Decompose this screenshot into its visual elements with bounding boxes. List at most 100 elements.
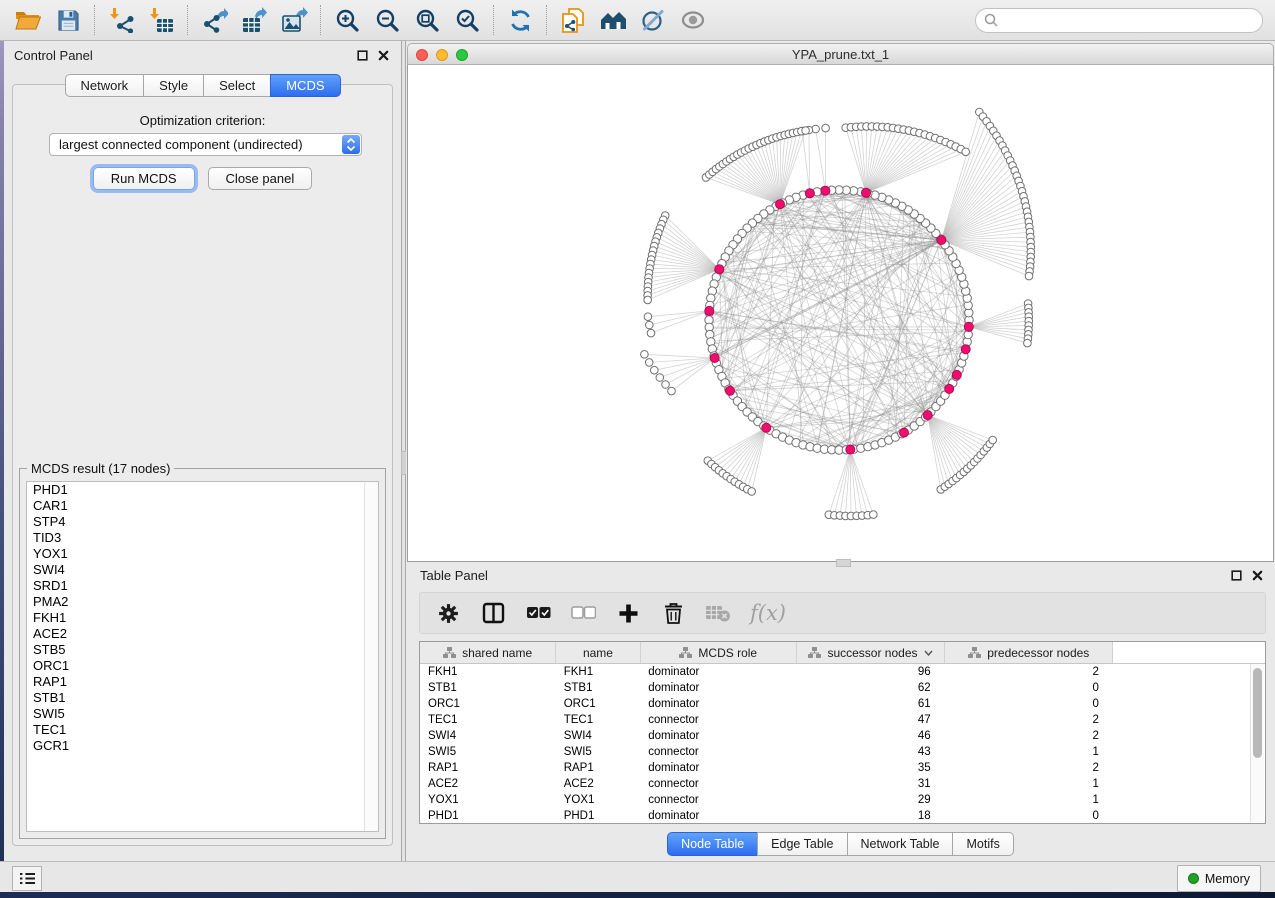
- network-leaf-node[interactable]: [644, 296, 652, 304]
- show-graphics-details-icon[interactable]: [673, 3, 713, 37]
- network-hub-node[interactable]: [715, 265, 724, 274]
- cell[interactable]: TEC1: [556, 712, 641, 728]
- cell[interactable]: 29: [796, 792, 944, 808]
- close-panel-button[interactable]: Close panel: [208, 167, 313, 190]
- add-column-icon[interactable]: [615, 600, 641, 626]
- network-leaf-node[interactable]: [646, 321, 654, 329]
- network-leaf-node[interactable]: [647, 329, 655, 337]
- run-mcds-button[interactable]: Run MCDS: [93, 167, 195, 190]
- cell[interactable]: connector: [640, 776, 796, 792]
- network-leaf-node[interactable]: [962, 148, 970, 156]
- zoom-fit-icon[interactable]: [407, 3, 447, 37]
- cell[interactable]: ORC1: [420, 696, 556, 712]
- zoom-in-icon[interactable]: [327, 3, 367, 37]
- mcds-result-item[interactable]: PHD1: [27, 482, 378, 498]
- open-folder-icon[interactable]: [8, 3, 48, 37]
- cell[interactable]: dominator: [640, 680, 796, 696]
- cell[interactable]: 1: [945, 776, 1113, 792]
- deselect-all-icon[interactable]: [570, 600, 596, 626]
- mcds-result-item[interactable]: SWI5: [27, 706, 378, 722]
- cell[interactable]: connector: [640, 744, 796, 760]
- cell[interactable]: 0: [945, 808, 1113, 824]
- cell[interactable]: SWI5: [420, 744, 556, 760]
- cell[interactable]: 0: [945, 680, 1113, 696]
- cell[interactable]: dominator: [640, 696, 796, 712]
- tab-motifs[interactable]: Motifs: [952, 832, 1013, 856]
- network-leaf-node[interactable]: [1024, 339, 1032, 347]
- network-hub-node[interactable]: [937, 236, 946, 245]
- network-leaf-node[interactable]: [989, 436, 997, 444]
- network-leaf-node[interactable]: [870, 511, 878, 519]
- network-hub-node[interactable]: [762, 423, 771, 432]
- network-leaf-node[interactable]: [802, 127, 810, 135]
- cell[interactable]: YOX1: [556, 792, 641, 808]
- table-row[interactable]: TEC1TEC1connector472: [420, 712, 1265, 728]
- cell[interactable]: STB1: [556, 680, 641, 696]
- cell[interactable]: 1: [945, 792, 1113, 808]
- cell[interactable]: 43: [796, 744, 944, 760]
- network-window-titlebar[interactable]: YPA_prune.txt_1: [407, 43, 1274, 65]
- network-leaf-node[interactable]: [656, 374, 664, 382]
- table-scrollbar[interactable]: [1250, 664, 1264, 822]
- cell[interactable]: RAP1: [556, 760, 641, 776]
- clone-network-icon[interactable]: [553, 3, 593, 37]
- cell[interactable]: SWI4: [420, 728, 556, 744]
- column-header-successor-nodes[interactable]: successor nodes: [796, 642, 944, 664]
- network-hub-node[interactable]: [961, 345, 970, 354]
- network-hub-node[interactable]: [805, 189, 814, 198]
- table-scrollbar-thumb[interactable]: [1253, 668, 1262, 758]
- cell[interactable]: dominator: [640, 808, 796, 824]
- criterion-select[interactable]: largest connected component (undirected): [49, 133, 362, 156]
- table-row[interactable]: YOX1YOX1connector291: [420, 792, 1265, 808]
- network-hub-node[interactable]: [705, 306, 714, 315]
- cell[interactable]: 18: [796, 808, 944, 824]
- zoom-selected-icon[interactable]: [447, 3, 487, 37]
- tab-style[interactable]: Style: [143, 74, 204, 97]
- table-row[interactable]: RAP1RAP1dominator352: [420, 760, 1265, 776]
- window-minimize-icon[interactable]: [436, 49, 448, 61]
- network-hub-node[interactable]: [726, 386, 735, 395]
- cell[interactable]: 31: [796, 776, 944, 792]
- network-leaf-node[interactable]: [662, 381, 670, 389]
- float-panel-icon[interactable]: [1230, 569, 1242, 581]
- cell[interactable]: ACE2: [420, 776, 556, 792]
- cell[interactable]: 2: [945, 728, 1113, 744]
- cell[interactable]: RAP1: [420, 760, 556, 776]
- network-hub-node[interactable]: [923, 411, 932, 420]
- network-canvas[interactable]: [407, 65, 1274, 562]
- gear-icon[interactable]: [435, 600, 461, 626]
- cell[interactable]: 2: [945, 760, 1113, 776]
- network-hub-node[interactable]: [964, 322, 973, 331]
- mcds-result-item[interactable]: ORC1: [27, 658, 378, 674]
- hide-graphics-details-icon[interactable]: [633, 3, 673, 37]
- table-row[interactable]: SWI4SWI4dominator462: [420, 728, 1265, 744]
- houses-icon[interactable]: [593, 3, 633, 37]
- export-image-icon[interactable]: [274, 3, 314, 37]
- network-hub-node[interactable]: [945, 384, 954, 393]
- network-hub-node[interactable]: [821, 186, 830, 195]
- import-table-icon[interactable]: [141, 3, 181, 37]
- table-row[interactable]: ACE2ACE2connector311: [420, 776, 1265, 792]
- cell[interactable]: SWI4: [556, 728, 641, 744]
- network-leaf-node[interactable]: [641, 351, 649, 359]
- table-row[interactable]: PHD1PHD1dominator180: [420, 808, 1265, 824]
- cell[interactable]: 62: [796, 680, 944, 696]
- cell[interactable]: 2: [945, 712, 1113, 728]
- tab-network-table[interactable]: Network Table: [847, 832, 954, 856]
- cell[interactable]: 1: [945, 744, 1113, 760]
- cell[interactable]: 47: [796, 712, 944, 728]
- cell[interactable]: FKH1: [556, 664, 641, 681]
- cell[interactable]: SWI5: [556, 744, 641, 760]
- network-leaf-node[interactable]: [748, 488, 756, 496]
- tab-select[interactable]: Select: [203, 74, 271, 97]
- network-leaf-node[interactable]: [668, 387, 676, 395]
- zoom-out-icon[interactable]: [367, 3, 407, 37]
- memory-button[interactable]: Memory: [1177, 865, 1261, 892]
- export-network-icon[interactable]: [194, 3, 234, 37]
- cell[interactable]: 96: [796, 664, 944, 681]
- list-scrollbar[interactable]: [364, 482, 378, 831]
- mcds-result-item[interactable]: GCR1: [27, 738, 378, 754]
- cell[interactable]: 0: [945, 696, 1113, 712]
- cell[interactable]: dominator: [640, 664, 796, 681]
- network-hub-node[interactable]: [952, 370, 961, 379]
